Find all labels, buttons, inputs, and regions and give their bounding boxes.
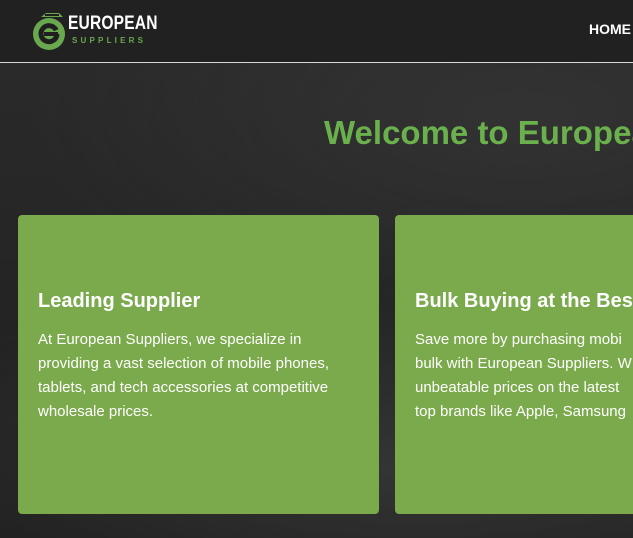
card-text-line: bulk with European Suppliers. W xyxy=(415,355,632,372)
bag-e-logo-icon xyxy=(33,13,65,50)
card-text-line: top brands like Apple, Samsung xyxy=(415,403,626,420)
site-header: EUROPEAN SUPPLIERS HOME xyxy=(0,0,633,63)
hero-title: Welcome to Europea xyxy=(324,114,633,151)
card-text-line: Save more by purchasing mobi xyxy=(415,331,622,348)
feature-card-leading-supplier: Leading Supplier At European Suppliers, … xyxy=(18,215,379,514)
card-title: Bulk Buying at the Bes xyxy=(415,290,633,312)
logo-wordmark: EUROPEAN xyxy=(68,13,158,34)
card-text-line: tablets, and tech accessories at competi… xyxy=(38,379,329,396)
logo-subtext: SUPPLIERS xyxy=(72,36,147,45)
nav-home-link[interactable]: HOME xyxy=(589,21,631,37)
card-text-line: providing a vast selection of mobile pho… xyxy=(38,355,330,372)
site-logo[interactable]: EUROPEAN SUPPLIERS xyxy=(32,10,157,52)
card-description: At European Suppliers, we specialize in … xyxy=(38,328,329,424)
feature-card-bulk-buying: Bulk Buying at the Bes Save more by purc… xyxy=(395,215,633,514)
card-title: Leading Supplier xyxy=(38,290,201,312)
card-text-line: At European Suppliers, we specialize in xyxy=(38,331,302,348)
card-text-line: unbeatable prices on the latest xyxy=(415,379,620,396)
card-text-line: wholesale prices. xyxy=(38,403,154,420)
card-description: Save more by purchasing mobi bulk with E… xyxy=(415,328,632,424)
